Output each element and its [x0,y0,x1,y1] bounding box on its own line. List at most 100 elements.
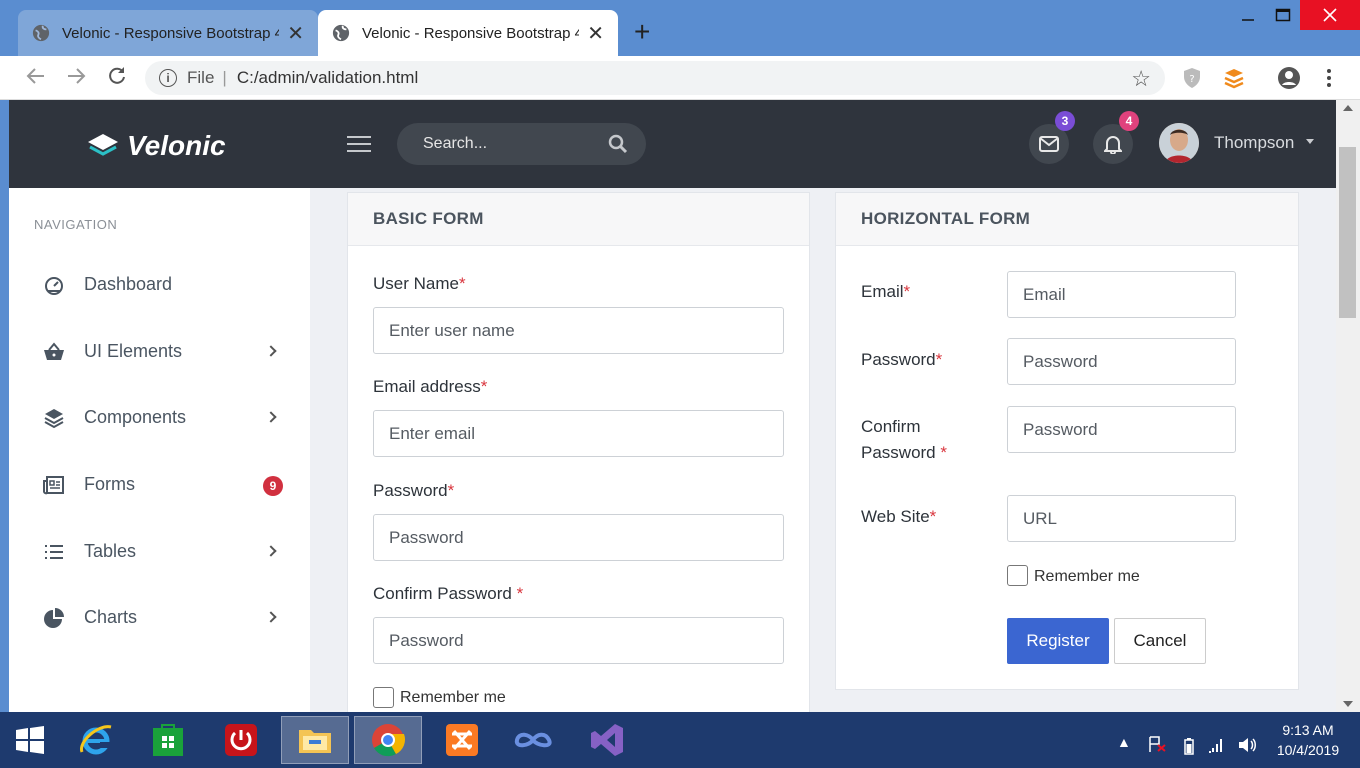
close-tab-icon[interactable]: ✕ [587,21,604,46]
register-button[interactable]: Register [1007,618,1109,664]
sidebar-item-label: UI Elements [84,341,183,361]
shield-extension-icon[interactable]: ? [1180,66,1204,90]
email-placeholder: Enter email [389,423,475,443]
svg-text:?: ? [1189,74,1194,85]
account-icon[interactable] [1277,66,1301,90]
h-password-label: Password* [861,350,943,369]
remember-me-checkbox[interactable] [373,687,394,708]
sidebar-item-label: Forms [84,474,135,494]
email-input[interactable]: Enter email [373,410,784,457]
forward-arrow-icon[interactable] [66,66,86,86]
chevron-right-icon [265,345,277,357]
menu-toggle-icon[interactable] [347,136,371,154]
close-window-button[interactable] [1300,0,1360,30]
sidebar-item-tables[interactable]: Tables [9,531,310,571]
signal-icon[interactable] [1207,736,1225,754]
chevron-right-icon [265,411,277,423]
sidebar-item-dashboard[interactable]: Dashboard [9,264,310,304]
cancel-button[interactable]: Cancel [1114,618,1206,664]
new-tab-button[interactable]: + [634,17,650,47]
password-input[interactable]: Password [373,514,784,561]
website-input[interactable]: URL [1007,495,1236,542]
confirm-password-placeholder: Password [389,630,464,650]
avatar[interactable] [1159,123,1199,163]
url-text[interactable]: C:/admin/validation.html [237,68,418,88]
chevron-right-icon [265,611,277,623]
taskbar-store[interactable] [134,716,202,764]
h-password-input[interactable]: Password [1007,338,1236,385]
password-placeholder: Password [389,527,464,547]
page-scrollbar[interactable] [1336,100,1360,712]
tab-title: Velonic - Responsive Bootstrap 4 [362,24,580,42]
chevron-down-icon[interactable] [1306,139,1314,144]
h-confirm-password-input[interactable]: Password [1007,406,1236,453]
menu-dots-icon[interactable] [1317,66,1341,90]
list-icon [45,545,63,559]
username-label: User Name* [373,274,466,293]
chrome-icon [372,724,406,757]
sidebar-item-components[interactable]: Components [9,397,310,437]
taskbar-file-explorer[interactable] [281,716,349,764]
url-scheme: File [187,68,215,87]
taskbar-ie[interactable] [62,716,130,764]
taskbar-visual-studio[interactable] [573,716,641,764]
system-clock[interactable]: 9:13 AM 10/4/2019 [1270,720,1346,760]
search-icon[interactable] [608,134,628,154]
username[interactable]: Thompson [1214,133,1294,153]
start-button[interactable] [0,716,60,764]
browser-tab-1[interactable]: Velonic - Responsive Bootstrap 4 ✕ [18,10,318,56]
bell-icon [1104,136,1122,154]
h-remember-me-checkbox[interactable] [1007,565,1028,586]
volume-icon[interactable] [1237,736,1257,754]
show-hidden-icons[interactable]: ▲ [1117,734,1131,750]
url-separator: | [222,68,227,87]
scroll-up-icon[interactable] [1343,105,1353,111]
clock-time: 9:13 AM [1282,722,1334,738]
required-mark: * [447,481,455,500]
confirm-password-input[interactable]: Password [373,617,784,664]
sidebar-item-forms[interactable]: Forms 9 [9,464,310,504]
h-email-input[interactable]: Email [1007,271,1236,318]
browser-tab-2[interactable]: Velonic - Responsive Bootstrap 4 ✕ [318,10,618,56]
username-placeholder: Enter user name [389,320,515,340]
sidebar-item-ui-elements[interactable]: UI Elements [9,331,310,371]
mail-icon [1039,136,1059,152]
notifications-button[interactable]: 4 [1093,111,1139,164]
reload-icon[interactable] [107,66,127,86]
minimize-icon [1241,19,1254,21]
sidebar: NAVIGATION Dashboard UI Elements Compone… [9,188,310,712]
username-input[interactable]: Enter user name [373,307,784,354]
remember-me-label: Remember me [400,689,506,706]
infinity-icon [514,732,552,748]
scrollbar-thumb[interactable] [1339,147,1356,318]
maximize-button[interactable] [1260,0,1305,30]
required-mark: * [903,282,911,301]
horizontal-form-card: HORIZONTAL FORM Email* Email Password* P… [835,192,1299,690]
search-input[interactable]: Search... [397,123,646,165]
logo-text: Velonic [127,130,226,161]
sidebar-item-label: Tables [84,541,137,561]
sidebar-item-charts[interactable]: Charts [9,597,310,637]
taskbar-xampp[interactable] [428,716,496,764]
info-icon[interactable]: i [159,69,177,87]
h-password-placeholder: Password [1023,351,1098,371]
app-logo[interactable]: Velonic [87,130,226,162]
h-email-placeholder: Email [1023,284,1066,304]
browser-toolbar: i File | C:/admin/validation.html ☆ ? [0,56,1360,100]
scroll-down-icon[interactable] [1343,701,1353,707]
messages-button[interactable]: 3 [1029,111,1075,164]
taskbar-power-app[interactable] [207,716,275,764]
address-bar[interactable]: i File | C:/admin/validation.html ☆ [145,61,1165,95]
power-icon [225,724,257,756]
bookmark-star-icon[interactable]: ☆ [1131,66,1151,92]
network-flag-icon[interactable] [1147,736,1167,752]
close-icon [1323,8,1337,22]
taskbar-chrome[interactable] [354,716,422,764]
back-arrow-icon[interactable] [26,66,46,86]
close-tab-icon[interactable]: ✕ [287,21,304,46]
taskbar-infinity-app[interactable] [499,716,567,764]
layers-extension-icon[interactable] [1222,66,1246,90]
basic-form-card: BASIC FORM User Name* Enter user name Em… [347,192,810,712]
xampp-icon [446,724,478,756]
battery-icon[interactable] [1183,737,1195,755]
